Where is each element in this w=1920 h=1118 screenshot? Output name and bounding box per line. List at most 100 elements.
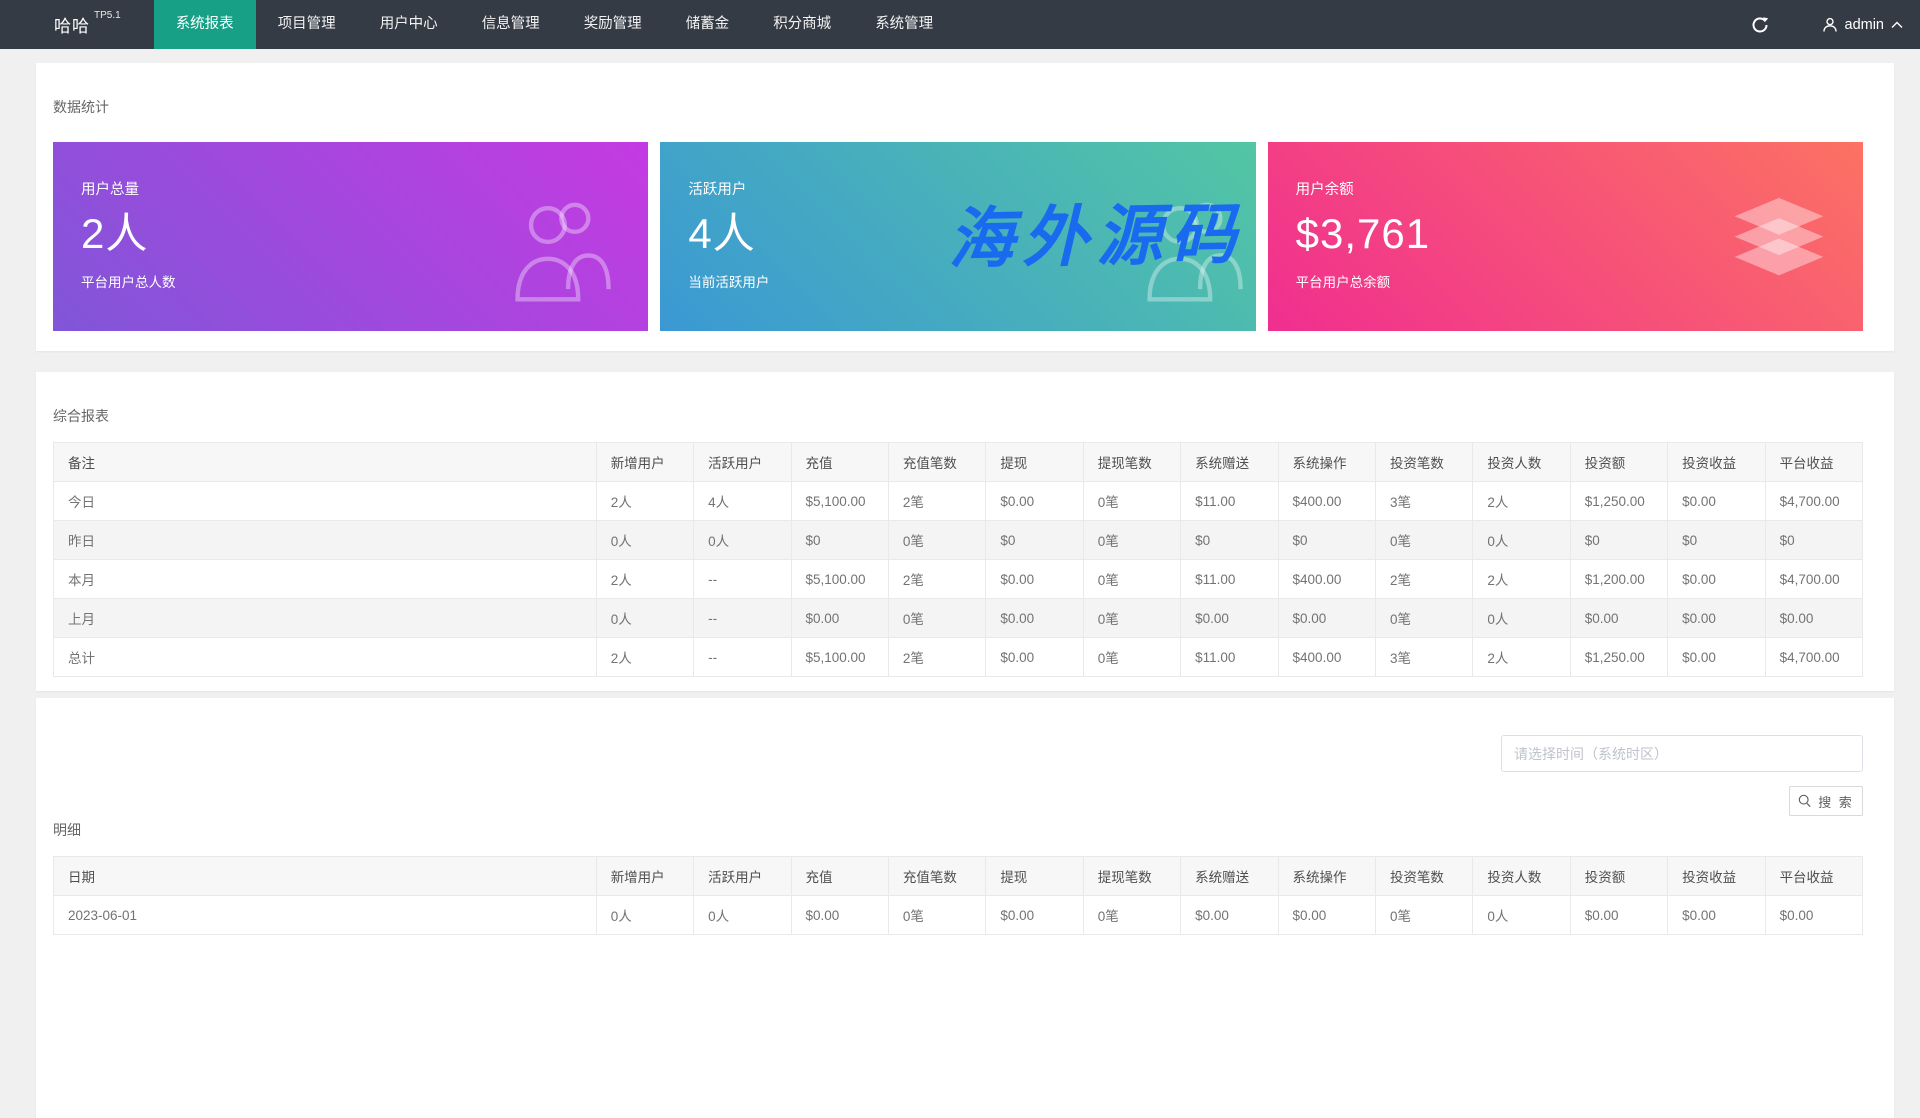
table-cell: 0笔 (1375, 896, 1472, 935)
table-cell: $0.00 (1668, 482, 1765, 521)
table-header-row: 备注新增用户活跃用户充值充值笔数提现提现笔数系统赠送系统操作投资笔数投资人数投资… (54, 443, 1863, 482)
refresh-icon (1751, 16, 1769, 34)
table-cell: $0.00 (1278, 599, 1375, 638)
table-cell: $0 (1181, 521, 1278, 560)
column-header: 日期 (54, 857, 597, 896)
table-cell: $0 (1668, 521, 1765, 560)
nav-item[interactable]: 系统报表 (154, 0, 256, 49)
nav-item[interactable]: 储蓄金 (664, 0, 752, 49)
table-cell: 上月 (54, 599, 597, 638)
table-cell: $0.00 (1570, 599, 1667, 638)
table-cell: $0.00 (791, 599, 888, 638)
summary-report-panel: 综合报表 备注新增用户活跃用户充值充值笔数提现提现笔数系统赠送系统操作投资笔数投… (36, 372, 1894, 691)
column-header: 投资人数 (1473, 857, 1570, 896)
table-cell: -- (694, 560, 791, 599)
user-icon (1822, 17, 1838, 33)
users-icon (1136, 188, 1244, 306)
table-cell: 2人 (596, 482, 693, 521)
table-cell: 0人 (694, 896, 791, 935)
table-cell: 2人 (596, 560, 693, 599)
table-cell: 本月 (54, 560, 597, 599)
column-header: 提现 (986, 443, 1083, 482)
nav-item[interactable]: 项目管理 (256, 0, 358, 49)
table-cell: 0笔 (888, 896, 985, 935)
nav-menu: 系统报表项目管理用户中心信息管理奖励管理储蓄金积分商城系统管理 (154, 0, 956, 49)
table-cell: $0 (1570, 521, 1667, 560)
table-cell: $0.00 (986, 482, 1083, 521)
column-header: 投资笔数 (1375, 443, 1472, 482)
search-icon (1798, 794, 1812, 808)
nav-item[interactable]: 用户中心 (358, 0, 460, 49)
table-cell: 0笔 (888, 521, 985, 560)
table-cell: 0笔 (1083, 560, 1180, 599)
column-header: 备注 (54, 443, 597, 482)
table-cell: 昨日 (54, 521, 597, 560)
section-title-summary: 综合报表 (53, 372, 1863, 425)
table-cell: $11.00 (1181, 638, 1278, 677)
table-cell: $0.00 (1278, 896, 1375, 935)
layers-icon (1731, 194, 1827, 294)
nav-item[interactable]: 信息管理 (460, 0, 562, 49)
table-row: 2023-06-010人0人$0.000笔$0.000笔$0.00$0.000笔… (54, 896, 1863, 935)
table-cell: 0人 (596, 599, 693, 638)
table-cell: 0人 (694, 521, 791, 560)
summary-report-table: 备注新增用户活跃用户充值充值笔数提现提现笔数系统赠送系统操作投资笔数投资人数投资… (53, 442, 1863, 677)
nav-item[interactable]: 系统管理 (853, 0, 955, 49)
nav-item[interactable]: 奖励管理 (562, 0, 664, 49)
search-button[interactable]: 搜 索 (1789, 786, 1863, 816)
column-header: 活跃用户 (694, 857, 791, 896)
column-header: 提现笔数 (1083, 857, 1180, 896)
table-cell: $4,700.00 (1765, 482, 1862, 521)
column-header: 充值笔数 (888, 857, 985, 896)
user-menu[interactable]: admin (1822, 17, 1904, 33)
stat-card-active-users: 活跃用户 4人 当前活跃用户 海外源码 (660, 142, 1255, 331)
table-row: 上月0人--$0.000笔$0.000笔$0.00$0.000笔0人$0.00$… (54, 599, 1863, 638)
table-cell: $400.00 (1278, 638, 1375, 677)
table-row: 总计2人--$5,100.002笔$0.000笔$11.00$400.003笔2… (54, 638, 1863, 677)
table-header-row: 日期新增用户活跃用户充值充值笔数提现提现笔数系统赠送系统操作投资笔数投资人数投资… (54, 857, 1863, 896)
table-cell: 0笔 (888, 599, 985, 638)
table-cell: $0.00 (1765, 599, 1862, 638)
table-cell: 0笔 (1083, 896, 1180, 935)
table-cell: 2人 (596, 638, 693, 677)
table-cell: $0.00 (791, 896, 888, 935)
table-cell: $4,700.00 (1765, 638, 1862, 677)
column-header: 提现 (986, 857, 1083, 896)
refresh-button[interactable] (1740, 0, 1780, 49)
table-cell: $0.00 (1570, 896, 1667, 935)
table-cell: 0人 (596, 521, 693, 560)
column-header: 投资额 (1570, 443, 1667, 482)
column-header: 活跃用户 (694, 443, 791, 482)
table-cell: 2笔 (888, 482, 985, 521)
column-header: 充值 (791, 443, 888, 482)
column-header: 投资收益 (1668, 857, 1765, 896)
table-cell: 0笔 (1083, 599, 1180, 638)
table-cell: $400.00 (1278, 560, 1375, 599)
table-cell: 2笔 (888, 560, 985, 599)
column-header: 系统操作 (1278, 857, 1375, 896)
table-cell: $1,250.00 (1570, 638, 1667, 677)
app-logo[interactable]: 哈哈 TP5.1 (54, 0, 121, 49)
table-cell: -- (694, 638, 791, 677)
table-cell: $0 (791, 521, 888, 560)
stat-card-total-users: 用户总量 2人 平台用户总人数 (53, 142, 648, 331)
column-header: 充值 (791, 857, 888, 896)
nav-item[interactable]: 积分商城 (751, 0, 853, 49)
detail-panel: 搜 索 明细 日期新增用户活跃用户充值充值笔数提现提现笔数系统赠送系统操作投资笔… (36, 698, 1894, 1118)
table-cell: 0笔 (1375, 521, 1472, 560)
time-range-input[interactable] (1501, 735, 1863, 772)
table-cell: $0.00 (1181, 599, 1278, 638)
table-cell: 0人 (1473, 896, 1570, 935)
table-cell: $0.00 (986, 896, 1083, 935)
column-header: 新增用户 (596, 443, 693, 482)
table-cell: $0.00 (1181, 896, 1278, 935)
table-cell: $0.00 (1668, 560, 1765, 599)
table-cell: 3笔 (1375, 482, 1472, 521)
table-cell: 今日 (54, 482, 597, 521)
table-cell: $11.00 (1181, 560, 1278, 599)
table-cell: 0人 (1473, 521, 1570, 560)
table-cell: 2笔 (888, 638, 985, 677)
table-cell: -- (694, 599, 791, 638)
table-cell: 0笔 (1375, 599, 1472, 638)
table-cell: $5,100.00 (791, 638, 888, 677)
